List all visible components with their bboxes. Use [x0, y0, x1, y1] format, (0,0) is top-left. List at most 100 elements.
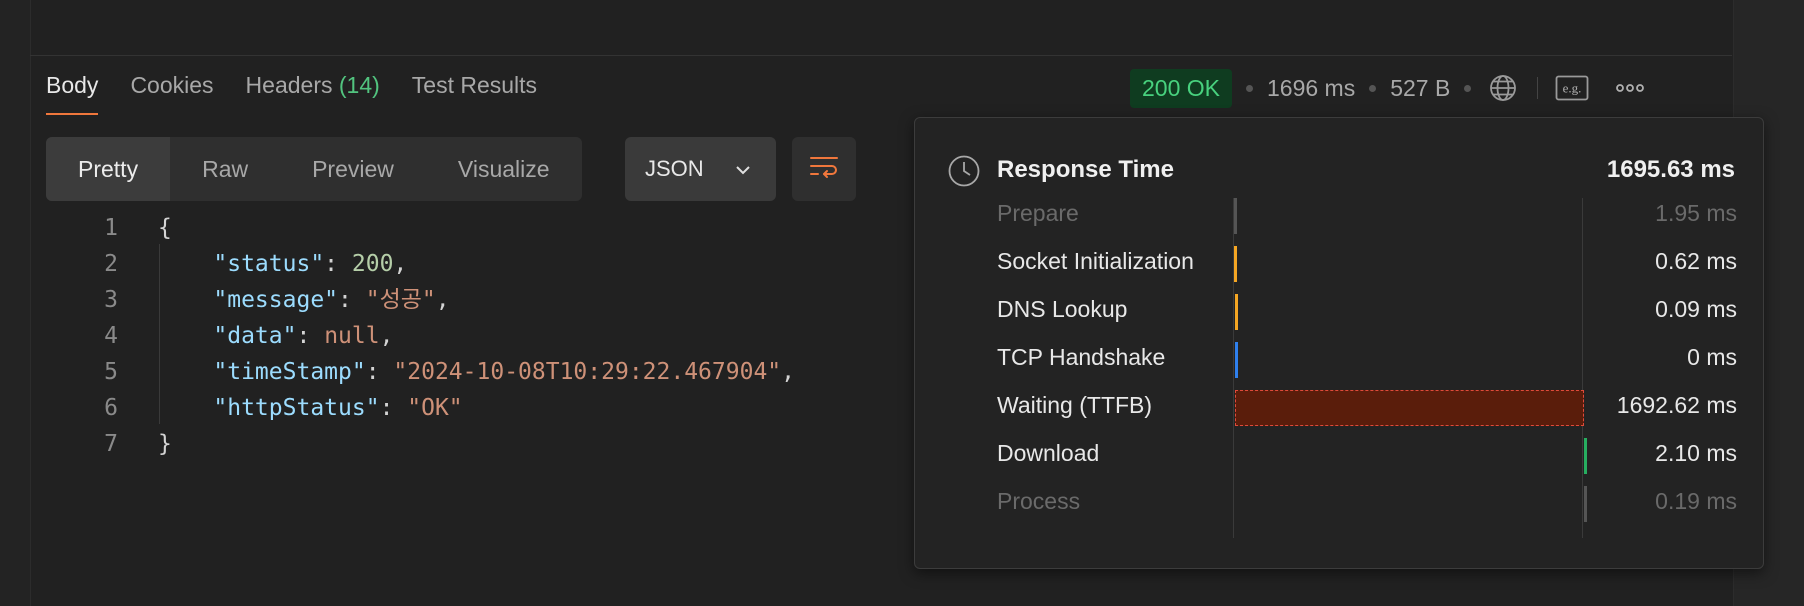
code-token: "status" [213, 251, 325, 277]
phase-bar [1234, 294, 1238, 330]
tab-cookies-label: Cookies [130, 72, 214, 98]
code-token: "OK" [407, 395, 463, 421]
code-text: } [158, 426, 172, 462]
response-time-popover: Response Time 1695.63 ms Prepare 1.95 ms S… [914, 117, 1764, 569]
timing-phase-row: TCP Handshake 0 ms [997, 332, 1737, 380]
separator-dot [1246, 84, 1253, 92]
response-body-code[interactable]: 1{2 "status": 200, 3 "message": "성공", 4 "d… [60, 210, 795, 462]
timing-phase-row: Waiting (TTFB) 1692.62 ms [997, 380, 1737, 428]
code-line: 7} [60, 426, 795, 462]
code-token: , [435, 287, 450, 313]
code-line: 6 "httpStatus": "OK" [60, 390, 795, 426]
code-line: 4 "data": null, [60, 318, 795, 354]
example-icon-label: e.g. [1563, 81, 1582, 96]
code-token: null [324, 323, 380, 349]
code-line: 1{ [60, 210, 795, 246]
wrap-lines-icon [808, 153, 840, 186]
timing-phase-row: DNS Lookup 0.09 ms [997, 284, 1737, 332]
format-dropdown-value: JSON [645, 156, 704, 181]
phase-bar [1234, 246, 1238, 282]
tab-body-label: Body [46, 72, 99, 98]
phase-value: 2.10 ms [1655, 440, 1737, 466]
response-time-total: 1695.63 ms [1606, 156, 1735, 183]
phase-bar [1234, 390, 1584, 426]
phase-label: Prepare [997, 200, 1079, 226]
code-token: 200 [351, 251, 394, 277]
code-token: } [158, 431, 172, 457]
code-token: "timeStamp" [213, 359, 366, 385]
code-token: : [338, 287, 366, 313]
code-token: "message" [213, 287, 339, 313]
timing-phase-row: Download 2.10 ms [997, 428, 1737, 476]
response-time-value[interactable]: 1696 ms [1267, 75, 1355, 102]
phase-value: 0.09 ms [1655, 296, 1737, 322]
phase-label: Process [997, 488, 1081, 514]
code-token: : [365, 359, 394, 385]
view-mode-pretty[interactable]: Pretty [46, 137, 171, 201]
headers-count: (14) [338, 72, 380, 98]
code-text: "timeStamp": "2024-10-08T10:29:22.467904… [158, 354, 795, 390]
view-mode-visualize[interactable]: Visualize [426, 137, 582, 201]
format-dropdown[interactable]: JSON [625, 137, 776, 201]
line-number: 5 [104, 359, 118, 385]
code-line: 2 "status": 200, [60, 246, 795, 282]
timing-phase-row: Socket Initialization 0.62 ms [997, 236, 1737, 284]
view-mode-selector: Pretty Raw Preview Visualize [46, 137, 582, 201]
response-status-row: 200 OK 1696 ms 527 B e.g. [1130, 67, 1648, 109]
line-number: 6 [104, 395, 118, 421]
globe-icon[interactable] [1485, 70, 1521, 106]
phase-bar [1583, 486, 1587, 522]
code-token: : [296, 323, 325, 349]
phase-label: DNS Lookup [997, 296, 1128, 322]
code-token: "httpStatus" [213, 395, 380, 421]
top-divider [30, 55, 1732, 56]
code-token: "성공" [365, 287, 436, 313]
response-size-value[interactable]: 527 B [1390, 75, 1450, 102]
phase-value: 1692.62 ms [1616, 392, 1737, 418]
vertical-divider [1537, 77, 1539, 99]
phase-value: 0.62 ms [1655, 248, 1737, 274]
phase-bar [1234, 198, 1237, 234]
code-text: "data": null, [158, 318, 393, 354]
line-number: 1 [104, 215, 118, 241]
save-example-icon[interactable]: e.g. [1554, 70, 1590, 106]
timing-phase-row: Process 0.19 ms [997, 476, 1737, 524]
phase-bar [1583, 438, 1587, 474]
response-tabs: Body Cookies Headers (14) Test Results [46, 72, 537, 115]
status-badge[interactable]: 200 OK [1130, 68, 1232, 108]
timing-phase-row: Prepare 1.95 ms [997, 188, 1737, 236]
code-token: "data" [213, 323, 297, 349]
line-number: 4 [104, 323, 118, 349]
wrap-lines-button[interactable] [792, 137, 856, 201]
chevron-down-icon [734, 159, 752, 185]
phase-label: TCP Handshake [997, 344, 1166, 370]
clock-icon [947, 154, 981, 193]
phase-bar [1234, 342, 1238, 378]
more-options-icon[interactable] [1612, 70, 1648, 106]
view-mode-raw[interactable]: Raw [170, 137, 280, 201]
tab-headers[interactable]: Headers (14) [246, 72, 380, 115]
view-mode-preview[interactable]: Preview [280, 137, 426, 201]
tab-test-results-label: Test Results [411, 72, 538, 98]
tab-body[interactable]: Body [46, 72, 99, 115]
code-token: : [379, 395, 408, 421]
phase-value: 0.19 ms [1655, 488, 1737, 514]
tab-test-results[interactable]: Test Results [412, 72, 537, 115]
tab-cookies[interactable]: Cookies [130, 72, 213, 115]
code-token: : [324, 251, 352, 277]
line-number: 7 [104, 431, 118, 457]
tab-headers-label: Headers [245, 72, 333, 98]
phase-value: 0 ms [1687, 344, 1737, 370]
phase-value: 1.95 ms [1655, 200, 1737, 226]
code-text: { [158, 210, 172, 246]
code-token: { [158, 215, 172, 241]
line-number: 3 [104, 287, 118, 313]
code-token: , [393, 251, 408, 277]
code-text: "status": 200, [158, 246, 407, 282]
code-line: 5 "timeStamp": "2024-10-08T10:29:22.4679… [60, 354, 795, 390]
